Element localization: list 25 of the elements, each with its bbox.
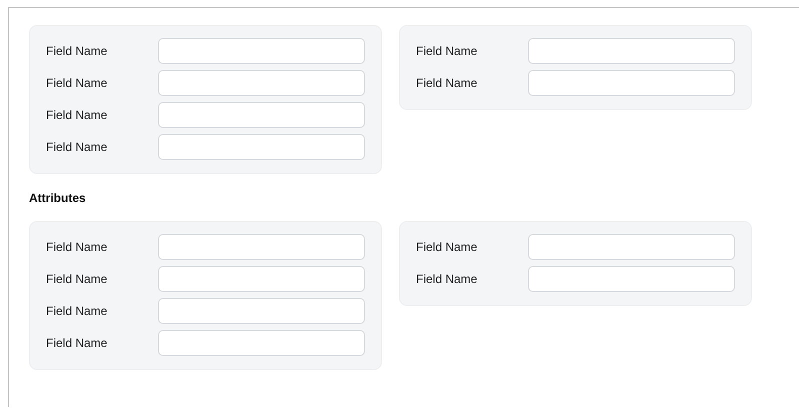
input-field[interactable] [158,330,365,356]
input-field[interactable] [528,234,735,260]
field-label: Field Name [46,240,108,254]
field-label: Field Name [46,108,108,122]
input-field[interactable] [158,70,365,96]
field-label: Field Name [416,272,478,286]
input-field[interactable] [528,266,735,292]
field-label: Field Name [46,76,108,90]
input-field[interactable] [528,70,735,96]
field-label: Field Name [46,140,108,154]
input-field[interactable] [158,298,365,324]
input-field[interactable] [158,234,365,260]
section-heading: Attributes [29,190,87,206]
field-label: Field Name [46,304,108,318]
field-label: Field Name [416,240,478,254]
input-field[interactable] [528,38,735,64]
input-field[interactable] [158,38,365,64]
field-label: Field Name [46,272,108,286]
field-label: Field Name [46,44,108,58]
field-label: Field Name [46,336,108,350]
input-field[interactable] [158,134,365,160]
field-label: Field Name [416,44,478,58]
input-field[interactable] [158,266,365,292]
field-label: Field Name [416,76,478,90]
input-field[interactable] [158,102,365,128]
